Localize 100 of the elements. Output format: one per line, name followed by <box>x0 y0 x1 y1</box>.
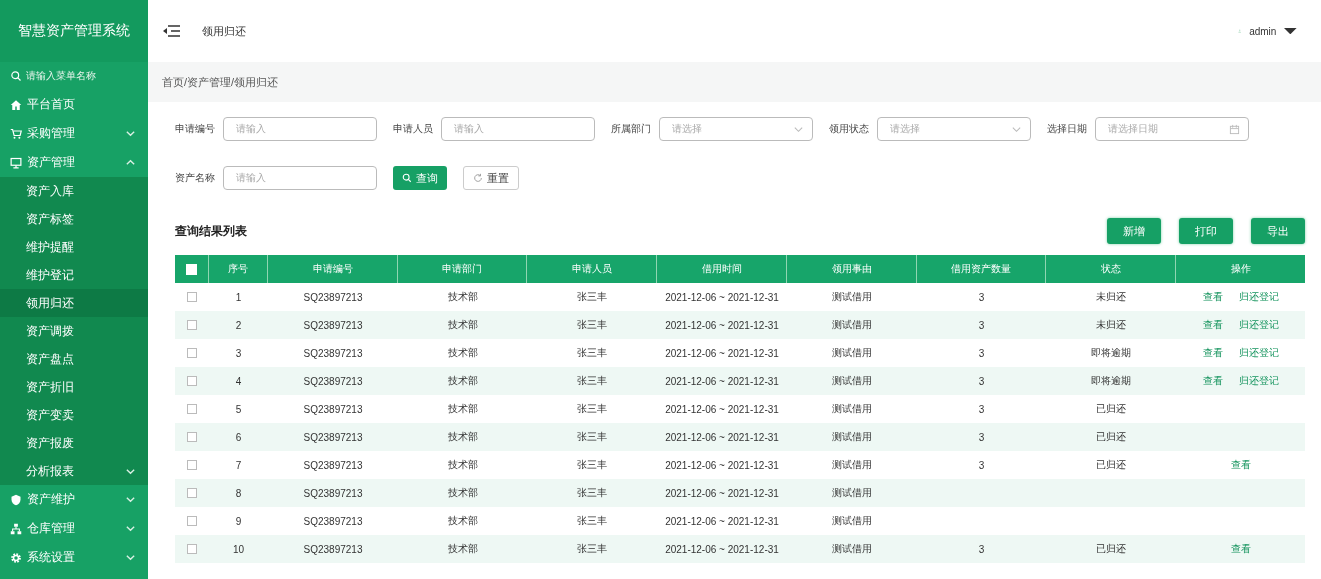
table-cell: 张三丰 <box>577 486 607 500</box>
table-cell: 9 <box>235 515 242 527</box>
table-cell: 2021-12-06 ~ 2021-12-31 <box>665 543 779 555</box>
action-link[interactable]: 查看 <box>1202 290 1223 304</box>
action-link[interactable]: 归还登记 <box>1238 374 1279 388</box>
table-cell: 技术部 <box>447 542 478 556</box>
menu-item[interactable]: 分析报表 <box>0 457 148 485</box>
table-cell: 10 <box>232 543 245 555</box>
input-field[interactable]: 请输入 <box>441 117 595 141</box>
action-link[interactable]: 查看 <box>1202 318 1223 332</box>
menu-item[interactable]: 采购管理 <box>0 119 148 148</box>
table-cell: 张三丰 <box>577 458 607 472</box>
menu-item[interactable]: 仓库管理 <box>0 514 148 543</box>
table-cell: 技术部 <box>447 290 478 304</box>
table-cell: 即将逾期 <box>1091 374 1131 388</box>
search-icon <box>402 173 412 183</box>
column-header: 状态 <box>1100 262 1121 276</box>
table-cell: 张三丰 <box>577 318 607 332</box>
action-link[interactable]: 查看 <box>1202 346 1223 360</box>
row-checkbox[interactable] <box>187 432 197 442</box>
action-link[interactable]: 查看 <box>1230 458 1251 472</box>
toolbar-button[interactable]: 新增 <box>1107 218 1161 244</box>
row-checkbox[interactable] <box>187 292 197 302</box>
refresh-icon <box>473 173 483 183</box>
table-cell: 技术部 <box>447 318 478 332</box>
table-cell: 3 <box>978 403 985 415</box>
row-checkbox[interactable] <box>187 516 197 526</box>
date-field[interactable]: 请选择日期 <box>1095 117 1249 141</box>
column-header: 申请人员 <box>571 262 612 276</box>
menu-item[interactable]: 资产标签 <box>0 205 148 233</box>
home-icon <box>10 98 22 111</box>
row-checkbox[interactable] <box>187 460 197 470</box>
table-cell: SQ23897213 <box>303 515 363 527</box>
table-cell: 张三丰 <box>577 542 607 556</box>
field-label: 资产名称 <box>175 171 215 185</box>
menu-item[interactable]: 维护提醒 <box>0 233 148 261</box>
row-checkbox[interactable] <box>187 544 197 554</box>
menu-item[interactable]: 资产维护 <box>0 485 148 514</box>
table-cell: 已归还 <box>1096 430 1126 444</box>
table-cell: 技术部 <box>447 346 478 360</box>
table-cell: 7 <box>235 459 242 471</box>
table-cell: 3 <box>978 291 985 303</box>
table-cell: SQ23897213 <box>303 403 363 415</box>
user-menu[interactable]: admin <box>1249 25 1277 37</box>
select-field[interactable]: 请选择 <box>659 117 813 141</box>
table-cell: 即将逾期 <box>1091 346 1131 360</box>
table-cell: 3 <box>978 347 985 359</box>
table-cell: 张三丰 <box>577 346 607 360</box>
row-checkbox[interactable] <box>187 376 197 386</box>
table-cell: 2021-12-06 ~ 2021-12-31 <box>665 319 779 331</box>
table-cell: 未归还 <box>1096 318 1126 332</box>
table-cell: 6 <box>235 431 242 443</box>
action-link[interactable]: 归还登记 <box>1238 318 1279 332</box>
menu-item[interactable]: 平台首页 <box>0 90 148 119</box>
table-cell: 技术部 <box>447 514 478 528</box>
row-checkbox[interactable] <box>187 488 197 498</box>
menu-item[interactable]: 资产入库 <box>0 177 148 205</box>
menu-item[interactable]: 资产调拨 <box>0 317 148 345</box>
menu-item[interactable]: 资产变卖 <box>0 401 148 429</box>
menu-item[interactable]: 系统设置 <box>0 543 148 572</box>
table-cell: 张三丰 <box>577 290 607 304</box>
menu-search-field[interactable]: 请输入菜单名称 <box>26 69 96 83</box>
field-label: 申请人员 <box>393 122 433 136</box>
toolbar-button[interactable]: 打印 <box>1179 218 1233 244</box>
table-cell: 测试借用 <box>832 430 872 444</box>
cart-icon <box>10 127 22 140</box>
table-cell: SQ23897213 <box>303 487 363 499</box>
reset-button[interactable]: 重置 <box>463 166 519 190</box>
row-checkbox[interactable] <box>187 404 197 414</box>
menu-item[interactable]: 维护登记 <box>0 261 148 289</box>
action-link[interactable]: 查看 <box>1202 374 1223 388</box>
table-cell: 技术部 <box>447 458 478 472</box>
select-all-checkbox[interactable] <box>186 263 197 275</box>
action-link[interactable]: 归还登记 <box>1238 290 1279 304</box>
action-link[interactable]: 查看 <box>1230 542 1251 556</box>
search-icon <box>10 70 22 82</box>
select-field[interactable]: 请选择 <box>877 117 1031 141</box>
table-cell: 张三丰 <box>577 430 607 444</box>
input-field[interactable]: 请输入 <box>223 117 377 141</box>
breadcrumb: 首页/资产管理/领用归还 <box>162 74 279 90</box>
table-cell: 测试借用 <box>832 514 872 528</box>
row-checkbox[interactable] <box>187 348 197 358</box>
search-button[interactable]: 查询 <box>393 166 447 190</box>
input-field[interactable]: 请输入 <box>223 166 377 190</box>
toolbar-button[interactable]: 导出 <box>1251 218 1305 244</box>
table-cell: SQ23897213 <box>303 375 363 387</box>
table-cell: 已归还 <box>1096 402 1126 416</box>
action-link[interactable]: 归还登记 <box>1238 346 1279 360</box>
menu-item[interactable]: 资产报废 <box>0 429 148 457</box>
menu-item[interactable]: 资产折旧 <box>0 373 148 401</box>
row-checkbox[interactable] <box>187 320 197 330</box>
menu-item[interactable]: 资产盘点 <box>0 345 148 373</box>
menu-item[interactable]: 资产管理 <box>0 148 148 177</box>
caret-down-icon <box>1284 27 1297 35</box>
table-cell: 测试借用 <box>832 486 872 500</box>
menu-item[interactable]: 领用归还 <box>0 289 148 317</box>
table-cell: 4 <box>235 375 242 387</box>
column-header: 操作 <box>1230 262 1251 276</box>
table-cell: 2021-12-06 ~ 2021-12-31 <box>665 431 779 443</box>
calendar-icon <box>1229 123 1240 135</box>
